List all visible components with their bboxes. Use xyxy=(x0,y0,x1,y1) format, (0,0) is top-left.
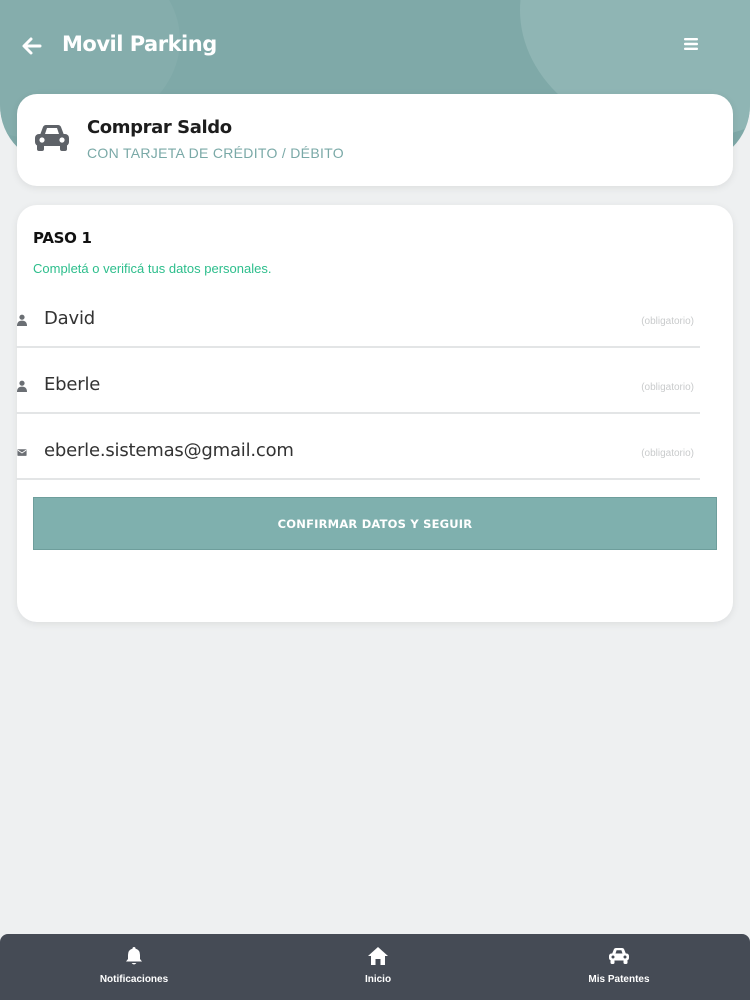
step-description: Completá o verificá tus datos personales… xyxy=(33,261,272,276)
nav-label: Inicio xyxy=(364,974,392,985)
confirm-data-button[interactable]: CONFIRMAR DATOS Y SEGUIR xyxy=(33,497,717,550)
envelope-icon xyxy=(17,449,27,456)
car-icon xyxy=(609,948,629,964)
menu-button[interactable] xyxy=(682,36,700,52)
last-name-input[interactable] xyxy=(44,374,604,395)
step-title: PASO 1 xyxy=(33,229,92,247)
bell-icon xyxy=(126,947,142,965)
top-app-bar: Movil Parking xyxy=(0,18,750,76)
home-icon xyxy=(368,947,388,965)
email-field: (obligatorio) xyxy=(16,430,700,480)
nav-item-my-plates[interactable]: Mis Patentes xyxy=(539,934,699,1000)
last-name-field: (obligatorio) xyxy=(16,364,700,414)
car-icon xyxy=(33,122,71,154)
nav-label: Mis Patentes xyxy=(588,974,650,985)
card-subtitle: CON TARJETA DE CRÉDITO / DÉBITO xyxy=(87,145,344,161)
purchase-header-card: Comprar Saldo CON TARJETA DE CRÉDITO / D… xyxy=(17,94,733,186)
first-name-field: (obligatorio) xyxy=(16,298,700,348)
app-title: Movil Parking xyxy=(62,32,217,56)
user-icon xyxy=(17,380,27,392)
arrow-left-icon xyxy=(22,37,42,55)
user-icon xyxy=(17,314,27,326)
nav-item-notifications[interactable]: Notificaciones xyxy=(54,934,214,1000)
card-title: Comprar Saldo xyxy=(87,117,232,138)
required-hint: (obligatorio) xyxy=(641,316,694,327)
required-hint: (obligatorio) xyxy=(641,382,694,393)
nav-label: Notificaciones xyxy=(99,974,169,985)
email-input[interactable] xyxy=(44,440,604,461)
bottom-navigation: Notificaciones Inicio Mis Patentes xyxy=(0,934,750,1000)
hamburger-menu-icon xyxy=(684,38,698,50)
nav-item-home[interactable]: Inicio xyxy=(298,934,458,1000)
first-name-input[interactable] xyxy=(44,308,604,329)
required-hint: (obligatorio) xyxy=(641,448,694,459)
back-button[interactable] xyxy=(20,34,44,58)
